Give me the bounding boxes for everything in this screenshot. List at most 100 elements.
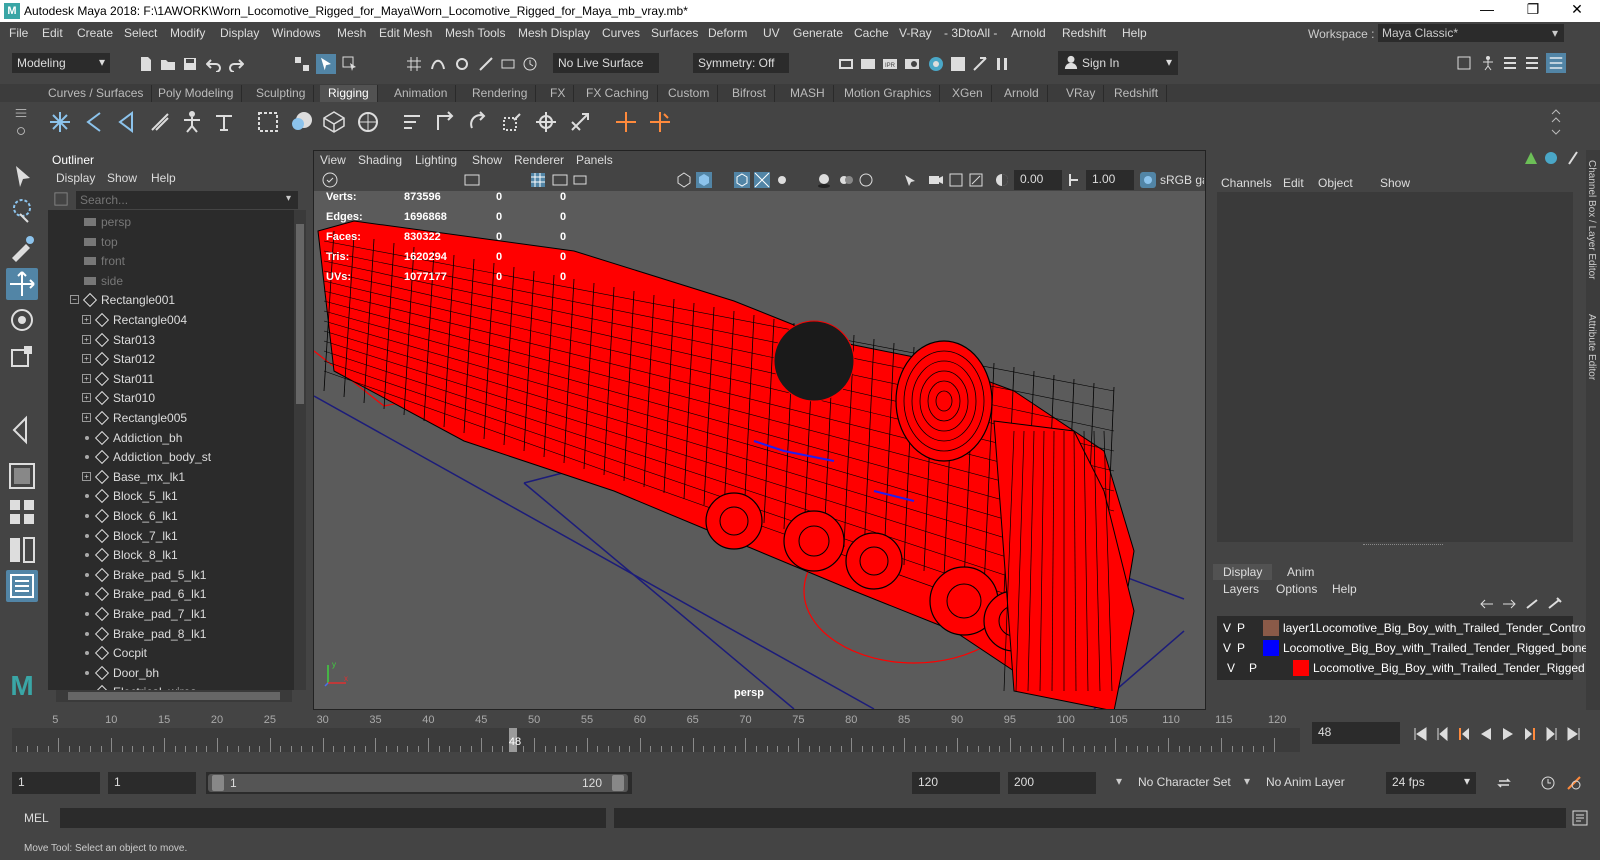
time-slider[interactable]: 5 10 15 20 25 30 35 40 45 50 55 60 65 70 75 80 85 90 95 100… [0, 714, 1600, 754]
lasso-tool-icon[interactable] [6, 196, 38, 228]
outliner-item[interactable]: Brake_pad_6_lk1 [48, 584, 294, 604]
exposure-field[interactable]: 0.00 [1014, 170, 1062, 190]
snap-grid-icon[interactable] [406, 56, 422, 72]
shelf-settings-icon[interactable] [14, 124, 28, 138]
go-to-end-icon[interactable] [1566, 726, 1582, 742]
step-back-frame-icon[interactable] [1434, 726, 1450, 742]
shelf-tab-mash[interactable]: MASH [782, 85, 834, 102]
layer-row-rigged[interactable]: V P Locomotive_Big_Boy_with_Trailed_Tend… [1217, 658, 1585, 678]
grid-icon[interactable] [530, 172, 546, 188]
shelf-tab-rendering[interactable]: Rendering [464, 85, 537, 102]
history-icon[interactable] [522, 56, 538, 72]
play-backward-icon[interactable] [1478, 726, 1494, 742]
wireframe-icon[interactable] [676, 172, 692, 188]
menu-curves[interactable]: Curves [602, 26, 640, 40]
outliner-item[interactable]: Block_8_lk1 [48, 545, 294, 565]
layer-visibility-toggle[interactable]: V [1223, 641, 1231, 655]
viewport-menu-lighting[interactable]: Lighting [415, 153, 457, 167]
playback-start-field[interactable]: 1 [108, 772, 196, 794]
bind-skin-icon[interactable] [256, 110, 280, 134]
quick-rig-icon[interactable] [180, 110, 204, 134]
expand-icon[interactable]: + [82, 393, 91, 403]
loop-icon[interactable] [1496, 775, 1512, 791]
image-plane-icon[interactable] [464, 172, 480, 188]
menu-generate[interactable]: Generate [793, 26, 843, 40]
pause-viewport-icon[interactable] [994, 56, 1010, 72]
locator-plus-icon[interactable] [648, 110, 672, 134]
minimize-button[interactable]: — [1464, 1, 1510, 17]
outliner-item[interactable]: + Rectangle004 [48, 310, 294, 330]
viewport-menu-show[interactable]: Show [472, 153, 502, 167]
shelf-tab-arnold[interactable]: Arnold [996, 85, 1048, 102]
rotate-tool-icon[interactable] [6, 304, 38, 336]
last-tool-icon[interactable] [6, 414, 38, 446]
channels-menu[interactable]: Channels [1221, 176, 1272, 190]
tool-settings-icon[interactable] [1524, 55, 1540, 71]
snap-point-icon[interactable] [454, 56, 470, 72]
sign-in-button[interactable]: Sign In ▾ [1058, 51, 1178, 75]
shelf-tab-sculpting[interactable]: Sculpting [248, 85, 315, 102]
outliner-camera-item[interactable]: persp [48, 212, 294, 232]
layer-help-menu[interactable]: Help [1332, 582, 1357, 596]
outliner-item[interactable]: + Star013 [48, 330, 294, 350]
paint-select-tool-icon[interactable] [6, 232, 38, 264]
maximize-button[interactable]: ❐ [1510, 1, 1556, 18]
smooth-shade-icon[interactable] [696, 172, 712, 188]
viewport-menu-renderer[interactable]: Renderer [514, 153, 564, 167]
expand-icon[interactable]: + [82, 315, 91, 324]
outliner-item[interactable]: − Rectangle001 [48, 290, 294, 310]
outliner-item[interactable]: Door_bh [48, 663, 294, 683]
film-gate-icon[interactable] [552, 172, 568, 188]
layer-row-bones[interactable]: V P Locomotive_Big_Boy_with_Trailed_Tend… [1217, 638, 1594, 658]
show-menu[interactable]: Show [1380, 176, 1410, 190]
colorspace-label[interactable]: sRGB gan [1160, 173, 1204, 187]
outliner-item[interactable]: + Rectangle005 [48, 408, 294, 428]
menu-mesh[interactable]: Mesh [337, 26, 366, 40]
layer-color-swatch[interactable] [1263, 640, 1279, 656]
step-forward-frame-icon[interactable] [1544, 726, 1560, 742]
live-surface-field[interactable]: No Live Surface [553, 53, 659, 73]
new-scene-icon[interactable] [138, 56, 154, 72]
layer-visibility-toggle[interactable]: V [1227, 661, 1235, 675]
modeling-toolkit-icon[interactable] [1456, 55, 1472, 71]
range-end-handle[interactable] [612, 775, 624, 791]
viewport-menu-view[interactable]: View [320, 153, 346, 167]
outliner-item[interactable]: Block_7_lk1 [48, 526, 294, 546]
aim-constraint-icon[interactable] [434, 110, 458, 134]
attribute-toggle-icon[interactable] [1543, 150, 1559, 166]
menu-mesh-tools[interactable]: Mesh Tools [445, 26, 505, 40]
menu-uv[interactable]: UV [763, 26, 780, 40]
step-back-key-icon[interactable] [1456, 726, 1472, 742]
menu-arnold[interactable]: Arnold [1011, 26, 1046, 40]
menu-redshift[interactable]: Redshift [1062, 26, 1106, 40]
menu-deform[interactable]: Deform [708, 26, 747, 40]
light-editor-icon[interactable] [972, 56, 988, 72]
outliner-vertical-scrollbar[interactable] [294, 210, 306, 690]
outliner-menu-display[interactable]: Display [56, 171, 95, 185]
human-ik-shelf-icon[interactable] [212, 110, 236, 134]
search-options-chevron-icon[interactable]: ▾ [286, 193, 291, 204]
scale-constraint-icon[interactable] [500, 110, 524, 134]
playback-end-field[interactable]: 120 [912, 772, 1000, 794]
outliner-camera-item[interactable]: side [48, 271, 294, 291]
gamma-icon[interactable] [1066, 172, 1082, 188]
layer-color-swatch[interactable] [1263, 620, 1279, 636]
shelf-tab-redshift[interactable]: Redshift [1106, 85, 1168, 102]
use-default-lights-icon[interactable] [774, 172, 790, 188]
create-joint-icon[interactable] [48, 110, 72, 134]
resolution-gate-icon[interactable] [572, 172, 588, 188]
time-slider-ruler[interactable]: 5 10 15 20 25 30 35 40 45 50 55 60 65 70 75 80 85 90 95 100… [12, 714, 1300, 752]
select-component-icon[interactable] [342, 56, 358, 72]
channel-box-side-tab[interactable]: Channel Box / Layer Editor [1586, 160, 1597, 280]
pole-vector-icon[interactable] [568, 110, 592, 134]
persp-outliner-layout-icon[interactable] [6, 534, 38, 566]
play-forward-icon[interactable] [1500, 726, 1516, 742]
menu-modify[interactable]: Modify [170, 26, 205, 40]
close-button[interactable]: ✕ [1554, 1, 1600, 18]
select-tool-icon[interactable] [6, 162, 38, 194]
edit-menu[interactable]: Edit [1283, 176, 1304, 190]
shelf-tab-fx[interactable]: FX [542, 85, 575, 102]
outliner-item[interactable]: Block_6_lk1 [48, 506, 294, 526]
outliner-hscroll-thumb[interactable] [68, 692, 280, 700]
range-slider[interactable]: 1 120 [206, 772, 632, 794]
